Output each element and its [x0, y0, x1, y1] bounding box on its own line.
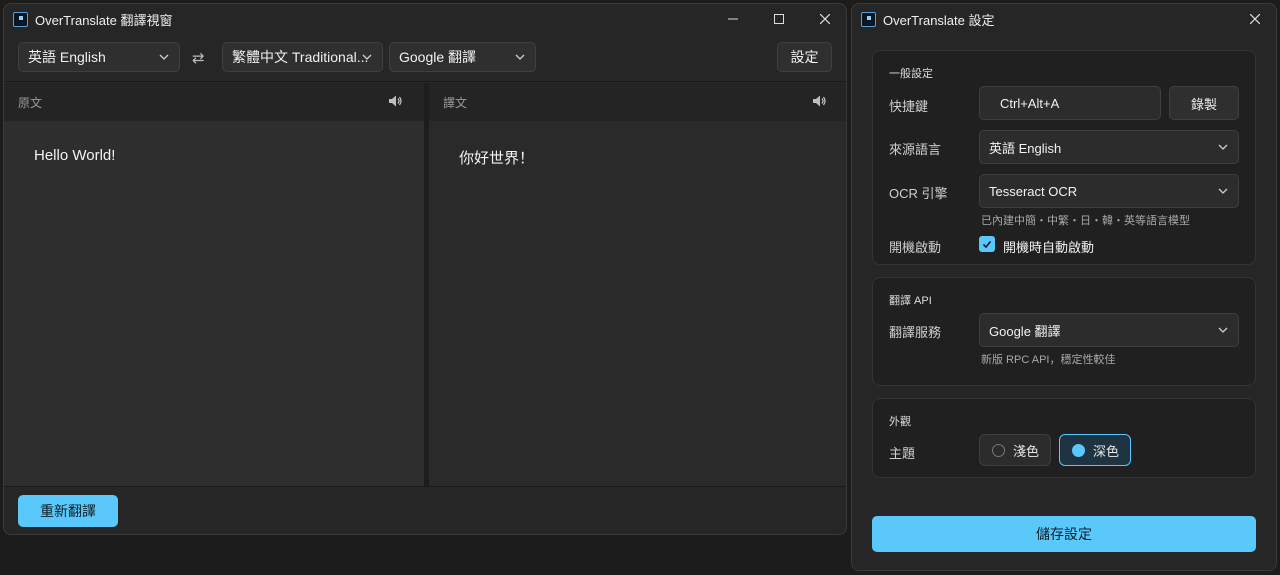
general-settings-group: 一般設定 快捷鍵 Ctrl+Alt+A 錄製 來源語言 英語 English O… [872, 50, 1256, 265]
close-icon [820, 14, 830, 24]
settings-button[interactable]: 設定 [777, 42, 832, 72]
source-language-select[interactable]: 英語 English [979, 130, 1239, 164]
source-pane-title: 原文 [18, 95, 43, 110]
title-bar: OverTranslate 設定 [852, 4, 1276, 34]
engine-value: Google 翻譯 [399, 49, 477, 65]
target-language-select[interactable]: 繁體中文 Traditional... [222, 42, 383, 72]
app-logo-icon [13, 11, 28, 27]
chevron-down-icon [362, 54, 372, 60]
chevron-down-icon [1218, 327, 1228, 333]
chevron-down-icon [515, 54, 525, 60]
target-text: 你好世界！ [459, 150, 535, 167]
record-hotkey-button[interactable]: 錄製 [1169, 86, 1239, 120]
theme-label: 主題 [889, 446, 916, 461]
startup-checkbox-label[interactable]: 開機時自動啟動 [1003, 237, 1094, 256]
chevron-down-icon [1218, 188, 1228, 194]
chevron-down-icon [159, 54, 169, 60]
hotkey-value: Ctrl+Alt+A [1000, 95, 1060, 111]
minimize-icon [728, 18, 738, 20]
target-pane-title: 譯文 [443, 95, 468, 110]
chevron-down-icon [1218, 144, 1228, 150]
minimize-button[interactable] [710, 4, 756, 34]
source-language-label: 來源語言 [889, 142, 942, 157]
radio-unselected-icon [992, 443, 1005, 457]
target-language-value: 繁體中文 Traditional... [232, 49, 369, 65]
window-title: OverTranslate 設定 [883, 12, 995, 28]
speaker-icon[interactable] [812, 94, 827, 108]
theme-light-label: 淺色 [1013, 443, 1040, 459]
hotkey-label: 快捷鍵 [889, 99, 929, 114]
close-button[interactable] [802, 4, 846, 34]
toolbar: 英語 English ⇄ 繁體中文 Traditional... Google … [4, 34, 846, 82]
speaker-icon[interactable] [388, 94, 403, 108]
close-icon [1250, 14, 1260, 24]
window-title: OverTranslate 翻譯視窗 [35, 12, 173, 28]
target-pane-header: 譯文 [429, 83, 846, 121]
checkmark-icon [982, 240, 992, 249]
translate-service-label: 翻譯服務 [889, 325, 942, 340]
theme-dark-option[interactable]: 深色 [1059, 434, 1131, 466]
retranslate-button[interactable]: 重新翻譯 [18, 495, 118, 527]
source-language-value: 英語 English [989, 140, 1062, 156]
bottom-bar: 重新翻譯 [4, 486, 846, 534]
swap-languages-button[interactable]: ⇄ [192, 49, 205, 67]
maximize-icon [774, 14, 784, 24]
theme-light-option[interactable]: 淺色 [979, 434, 1051, 466]
save-settings-button[interactable]: 儲存設定 [872, 516, 1256, 552]
close-button[interactable] [1232, 4, 1276, 34]
engine-select[interactable]: Google 翻譯 [389, 42, 536, 72]
source-language-value: 英語 English [28, 49, 106, 65]
translate-service-value: Google 翻譯 [989, 323, 1061, 339]
app-logo-icon [861, 11, 876, 27]
startup-checkbox[interactable] [979, 236, 995, 252]
source-text-area[interactable]: Hello World! [4, 121, 424, 486]
translate-api-group: 翻譯 API 翻譯服務 Google 翻譯 新版 RPC API，穩定性較佳 [872, 277, 1256, 386]
maximize-button[interactable] [756, 4, 802, 34]
title-bar: OverTranslate 翻譯視窗 [4, 4, 846, 34]
translate-service-hint: 新版 RPC API，穩定性較佳 [981, 354, 1116, 366]
source-pane-header: 原文 [4, 83, 424, 121]
radio-selected-icon [1072, 443, 1085, 457]
startup-label: 開機啟動 [889, 240, 942, 255]
translate-service-select[interactable]: Google 翻譯 [979, 313, 1239, 347]
ocr-engine-label: OCR 引擎 [889, 186, 948, 201]
group-title: 一般設定 [889, 68, 933, 80]
ocr-hint: 已內建中簡・中繁・日・韓・英等語言模型 [981, 215, 1190, 227]
group-title: 翻譯 API [889, 295, 932, 307]
translation-window: OverTranslate 翻譯視窗 英語 English ⇄ 繁體中文 Tra… [3, 3, 847, 535]
source-text: Hello World! [34, 147, 116, 164]
source-language-select[interactable]: 英語 English [18, 42, 180, 72]
hotkey-input[interactable]: Ctrl+Alt+A [979, 86, 1161, 120]
ocr-engine-select[interactable]: Tesseract OCR [979, 174, 1239, 208]
target-text-area[interactable]: 你好世界！ [429, 121, 846, 486]
settings-window: OverTranslate 設定 一般設定 快捷鍵 Ctrl+Alt+A 錄製 … [851, 3, 1277, 571]
theme-dark-label: 深色 [1093, 443, 1120, 459]
appearance-group: 外觀 主題 淺色 深色 [872, 398, 1256, 478]
ocr-engine-value: Tesseract OCR [989, 183, 1078, 199]
group-title: 外觀 [889, 416, 911, 428]
